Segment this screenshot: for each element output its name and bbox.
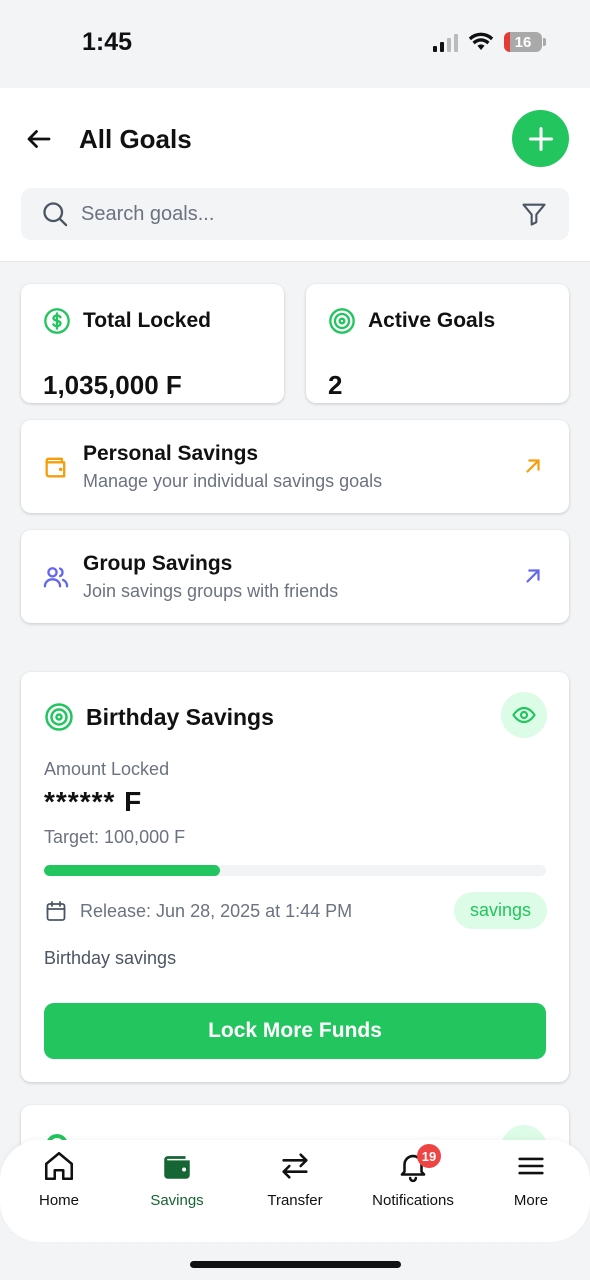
goal-progress-bar <box>44 865 546 876</box>
wallet-icon <box>164 1156 190 1179</box>
goal-progress-fill <box>44 865 220 876</box>
toggle-visibility-button[interactable] <box>501 692 547 738</box>
total-locked-value: 1,035,000 F <box>43 370 182 400</box>
personal-savings-subtitle: Manage your individual savings goals <box>83 471 383 491</box>
notification-badge: 19 <box>417 1144 441 1168</box>
search-bar <box>21 188 569 240</box>
target-icon <box>45 703 73 731</box>
group-savings-title: Group Savings <box>83 552 233 575</box>
search-input[interactable] <box>81 202 519 226</box>
lock-more-funds-button[interactable]: Lock More Funds <box>44 1003 546 1059</box>
filter-icon <box>522 203 546 226</box>
goal-type-badge: savings <box>453 892 547 929</box>
home-indicator[interactable] <box>190 1261 401 1268</box>
plus-icon <box>528 126 553 151</box>
amount-locked-label: Amount Locked <box>44 759 170 779</box>
users-icon <box>43 567 69 588</box>
add-goal-button[interactable] <box>512 110 569 167</box>
personal-savings-card[interactable]: Personal Savings Manage your individual … <box>21 420 569 513</box>
tab-label: Notifications <box>372 1192 454 1209</box>
calendar-icon <box>46 901 66 921</box>
filter-button[interactable] <box>519 199 549 229</box>
status-bar: 1:45 16 <box>0 0 590 88</box>
tab-label: Home <box>38 1192 79 1209</box>
tab-home[interactable]: Home <box>0 1140 118 1242</box>
tab-label: Savings <box>150 1192 204 1209</box>
tab-savings[interactable]: Savings <box>118 1140 236 1242</box>
personal-savings-title: Personal Savings <box>83 442 259 465</box>
goal-target: Target: 100,000 F <box>44 827 186 847</box>
signal-icon <box>433 32 458 52</box>
total-locked-card: Total Locked 1,035,000 F <box>21 284 284 403</box>
battery-icon: 16 <box>504 32 546 52</box>
amount-locked-value: ****** F <box>44 786 143 817</box>
transfer-icon <box>282 1153 308 1179</box>
dollar-circle-icon <box>44 308 70 334</box>
group-savings-subtitle: Join savings groups with friends <box>83 581 339 601</box>
page-title: All Goals <box>79 124 192 154</box>
arrow-up-right-icon <box>526 569 540 583</box>
active-goals-card: Active Goals 2 <box>306 284 569 403</box>
arrow-up-right-icon <box>526 459 540 473</box>
release-date: Release: Jun 28, 2025 at 1:44 PM <box>80 900 353 921</box>
target-icon <box>329 308 355 334</box>
tab-notifications[interactable]: 19 Notifications <box>354 1140 472 1242</box>
tab-more[interactable]: More <box>472 1140 590 1242</box>
goal-card: Birthday Savings Amount Locked ****** F … <box>21 672 569 1082</box>
wallet-icon <box>45 457 66 478</box>
goals-content[interactable]: Total Locked 1,035,000 F Active Goals 2 … <box>0 263 590 1148</box>
header: All Goals <box>0 88 590 262</box>
total-locked-label: Total Locked <box>83 309 211 332</box>
menu-icon <box>518 1157 544 1175</box>
tab-transfer[interactable]: Transfer <box>236 1140 354 1242</box>
eye-icon <box>512 706 536 724</box>
tab-label: More <box>513 1192 549 1209</box>
active-goals-value: 2 <box>328 370 343 400</box>
status-icons: 16 <box>433 32 546 52</box>
wifi-icon <box>468 32 494 50</box>
tab-label: Transfer <box>267 1192 323 1209</box>
status-time: 1:45 <box>82 28 133 56</box>
tab-bar: Home Savings Transfer 19 Notifications M… <box>0 1140 590 1242</box>
back-button[interactable] <box>22 122 56 156</box>
goal-title: Birthday Savings <box>86 703 274 730</box>
goal-description: Birthday savings <box>44 948 177 968</box>
battery-level: 16 <box>514 33 532 51</box>
group-savings-card[interactable]: Group Savings Join savings groups with f… <box>21 530 569 623</box>
search-icon <box>43 202 68 227</box>
home-icon <box>44 1151 74 1181</box>
arrow-left-icon <box>27 130 51 148</box>
active-goals-label: Active Goals <box>368 309 496 332</box>
